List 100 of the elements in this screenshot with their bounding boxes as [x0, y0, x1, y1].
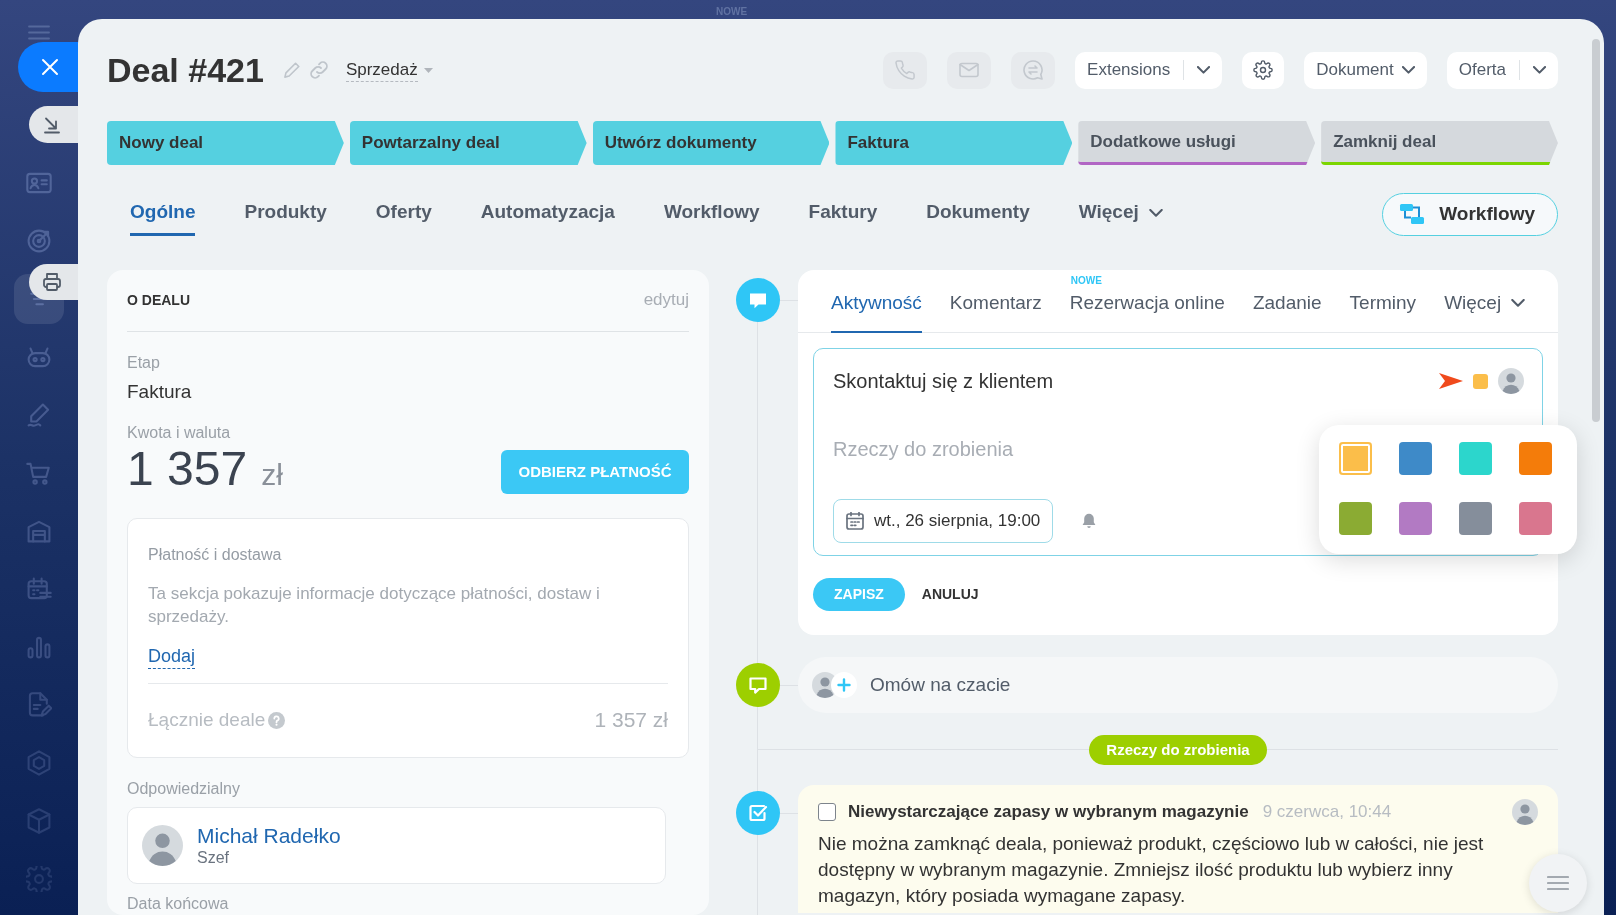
description-field[interactable]: Rzeczy do zrobienia	[833, 436, 1273, 462]
panel-description: Ta sekcja pokazuje informacje dotyczące płatności, dostaw i sprzedaży.	[148, 583, 601, 628]
arrow-down-right-icon	[43, 115, 61, 134]
tab[interactable]: Produkty	[244, 192, 327, 236]
pencil-icon[interactable]	[26, 402, 52, 428]
tab[interactable]: Oferty	[375, 192, 432, 236]
print-button[interactable]	[29, 264, 78, 300]
cube-icon[interactable]	[26, 808, 52, 834]
link-icon[interactable]	[309, 61, 328, 79]
menu-icon[interactable]	[28, 25, 50, 40]
deal-title: Deal #421	[107, 50, 264, 90]
document-edit-icon[interactable]	[26, 692, 52, 718]
help-icon[interactable]	[268, 711, 286, 729]
hexagon-icon[interactable]	[26, 750, 52, 776]
scrollbar-thumb[interactable]	[1592, 39, 1600, 422]
cart-icon[interactable]	[26, 460, 52, 486]
contact-card-icon[interactable]	[26, 170, 52, 196]
dropdown-button[interactable]: Dokument	[1304, 51, 1427, 89]
new-label: NOWE	[1070, 275, 1102, 287]
field-label: Kwota i waluta	[127, 423, 232, 443]
tab[interactable]: Ogólne	[130, 192, 196, 236]
task-checkbox[interactable]	[818, 803, 836, 821]
title-field[interactable]: Skontaktuj się z klientem	[833, 368, 1373, 394]
chevron-down-icon	[1401, 66, 1415, 74]
tab[interactable]: Terminy	[1349, 291, 1417, 333]
color-swatch-icon[interactable]	[1459, 442, 1492, 475]
tab[interactable]: Zadanie	[1252, 291, 1322, 333]
pipeline-stage[interactable]: Faktura	[835, 121, 1073, 165]
bell-icon[interactable]	[1081, 513, 1098, 529]
total-label: Łącznie deale	[148, 708, 266, 732]
tab[interactable]: Automatyzacja	[480, 192, 615, 236]
add-icon[interactable]	[831, 672, 857, 698]
chat-bubble-icon	[736, 278, 780, 322]
deadline-picker[interactable]: wt., 26 sierpnia, 19:00	[833, 499, 1054, 543]
color-swatch-icon[interactable]	[1399, 502, 1432, 535]
category-dropdown[interactable]: Sprzedaż	[345, 58, 433, 82]
checked-box-icon	[736, 791, 780, 835]
task-title: Niewystarczające zapasy w wybranym magazynie	[848, 801, 1249, 824]
pipeline-stage[interactable]: Zamknij deal	[1321, 121, 1558, 165]
chat-bubble-icon	[1023, 60, 1044, 80]
target-icon[interactable]	[26, 228, 52, 254]
total-value: 1 357 zł	[594, 708, 668, 732]
chat-prompt[interactable]: Omów na czacie	[798, 657, 1558, 713]
settings-icon	[1253, 60, 1274, 80]
tab[interactable]: Workflowy	[663, 192, 760, 236]
arrow-icon[interactable]	[1439, 373, 1463, 389]
workflow-icon	[1399, 203, 1426, 225]
section-title: O DEALU	[127, 291, 190, 310]
field-label: Data końcowa	[127, 894, 230, 914]
color-swatch-icon[interactable]	[1459, 502, 1492, 535]
robot-icon[interactable]	[26, 344, 52, 370]
pencil-icon[interactable]	[283, 62, 300, 78]
task-time: 9 czerwca, 10:44	[1262, 801, 1392, 824]
add-link[interactable]: Dodaj	[148, 644, 196, 669]
list-icon	[1547, 875, 1569, 891]
settings-icon[interactable]	[26, 866, 52, 892]
bar-chart-icon[interactable]	[26, 634, 52, 660]
avatar-icon	[142, 825, 183, 866]
tab[interactable]: Rezerwacja online	[1069, 291, 1225, 333]
tab[interactable]: Komentarz	[949, 291, 1042, 333]
tab[interactable]: Dokumenty	[926, 192, 1030, 236]
color-swatch-icon[interactable]	[1473, 373, 1488, 389]
split-dropdown-button[interactable]: Oferta	[1446, 51, 1558, 89]
warehouse-icon[interactable]	[26, 518, 52, 544]
color-swatch-icon[interactable]	[1519, 502, 1552, 535]
close-icon	[41, 58, 59, 76]
task-description: Nie można zamknąć deala, ponieważ produkt, częściowo lub w całości, nie jest dostępny w wybranym magazynie. Zmniejsz ilość produktu lub wybierz inny magazyn, który posiada wymagane zapasy.	[818, 832, 1485, 908]
color-swatch-icon[interactable]	[1339, 502, 1372, 535]
pipeline-stage[interactable]: Powtarzalny deal	[349, 121, 587, 165]
settings-button[interactable]	[1242, 51, 1285, 89]
envelope-icon	[959, 60, 980, 80]
tab[interactable]: Aktywność	[831, 291, 922, 333]
panel-title: Płatność i dostawa	[148, 545, 283, 565]
chevron-down-icon	[1197, 66, 1211, 74]
chevron-down-icon	[1148, 208, 1163, 217]
pipeline-stage[interactable]: Nowy deal	[107, 121, 344, 165]
tab[interactable]: Faktury	[808, 192, 878, 236]
split-dropdown-button[interactable]: Extensions	[1075, 51, 1223, 89]
tab[interactable]: Więcej	[1444, 291, 1526, 333]
workflow-button[interactable]: Workflowy	[1382, 192, 1558, 236]
pipeline-stage[interactable]: Dodatkowe usługi	[1078, 121, 1316, 165]
section-divider-label: Rzeczy do zrobienia	[1089, 735, 1267, 765]
avatar-icon	[1512, 799, 1538, 825]
pipeline-stage[interactable]: Utwórz dokumenty	[592, 121, 830, 165]
color-swatch-icon[interactable]	[1339, 442, 1372, 475]
tab[interactable]: Więcej	[1078, 192, 1163, 236]
field-value: Faktura	[127, 380, 193, 404]
calendar-icon[interactable]	[26, 576, 52, 602]
close-button[interactable]	[18, 42, 78, 92]
chevron-down-icon	[1511, 299, 1526, 307]
color-swatch-icon[interactable]	[1519, 442, 1552, 475]
field-label: Etap	[127, 353, 161, 373]
minimize-button[interactable]	[29, 106, 78, 143]
amount-value: 1 357	[127, 443, 248, 495]
caret-icon	[423, 67, 433, 73]
cancel-button[interactable]: ANULUJ	[921, 578, 979, 611]
color-swatch-icon[interactable]	[1399, 442, 1432, 475]
chat-bubble-icon	[736, 663, 780, 707]
printer-icon	[43, 273, 61, 291]
person-name-link[interactable]: Michał Radełko	[197, 823, 341, 848]
